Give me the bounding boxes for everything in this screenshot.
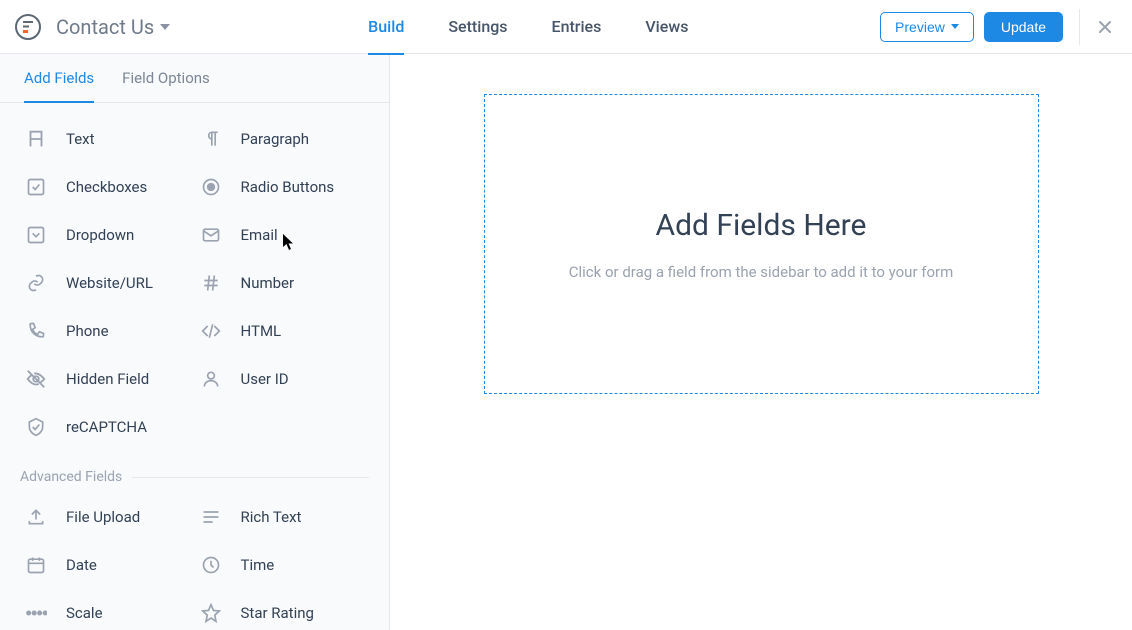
field-label: Radio Buttons [241,178,335,196]
field-item-captcha[interactable]: reCAPTCHA [20,403,195,451]
richtext-icon [199,505,223,529]
field-label: Checkboxes [66,178,147,196]
sidebar-tab-field-options[interactable]: Field Options [122,54,210,102]
field-label: Number [241,274,295,292]
field-item-richtext[interactable]: Rich Text [195,493,370,541]
field-label: Time [241,556,275,574]
sidebar: Add Fields Field Options Text Paragraph Ch… [0,54,390,630]
field-item-html[interactable]: HTML [195,307,370,355]
fields-list: Text Paragraph Checkboxes Radio Buttons Drop… [0,103,389,630]
field-label: Hidden Field [66,370,149,388]
radio-icon [199,175,223,199]
scale-icon [24,601,48,625]
field-label: HTML [241,322,282,340]
preview-button[interactable]: Preview [880,12,974,42]
dropzone[interactable]: Add Fields Here Click or drag a field fr… [484,94,1039,394]
dropdown-icon [24,223,48,247]
date-icon [24,553,48,577]
field-item-hash[interactable]: Number [195,259,370,307]
field-label: File Upload [66,508,140,526]
main-tabs: Build Settings Entries Views [368,0,688,54]
field-item-checkbox[interactable]: Checkboxes [20,163,195,211]
form-title-selector[interactable]: Contact Us [56,15,170,39]
field-label: Paragraph [241,130,310,148]
field-label: reCAPTCHA [66,418,147,436]
checkbox-icon [24,175,48,199]
field-item-text[interactable]: Text [20,115,195,163]
star-icon [199,601,223,625]
field-label: Scale [66,604,103,622]
field-label: Phone [66,322,109,340]
dropzone-heading: Add Fields Here [656,208,867,243]
canvas: Add Fields Here Click or drag a field fr… [390,54,1132,630]
field-item-link[interactable]: Website/URL [20,259,195,307]
advanced-section-header: Advanced Fields [20,469,369,485]
divider [1079,9,1080,45]
tab-settings[interactable]: Settings [448,0,507,54]
field-label: Email [241,226,278,244]
field-item-hidden[interactable]: Hidden Field [20,355,195,403]
tab-views[interactable]: Views [645,0,688,54]
field-item-date[interactable]: Date [20,541,195,589]
caret-down-icon [160,24,170,30]
link-icon [24,271,48,295]
caret-down-icon [951,24,959,29]
field-item-email[interactable]: Email [195,211,370,259]
field-item-radio[interactable]: Radio Buttons [195,163,370,211]
body: Add Fields Field Options Text Paragraph Ch… [0,54,1132,630]
header: Contact Us Build Settings Entries Views … [0,0,1132,54]
update-button[interactable]: Update [984,12,1063,42]
field-item-star[interactable]: Star Rating [195,589,370,630]
sidebar-tab-add-fields[interactable]: Add Fields [24,54,94,102]
field-label: Rich Text [241,508,302,526]
captcha-icon [24,415,48,439]
field-item-user[interactable]: User ID [195,355,370,403]
user-icon [199,367,223,391]
field-item-paragraph[interactable]: Paragraph [195,115,370,163]
paragraph-icon [199,127,223,151]
dropzone-subtext: Click or drag a field from the sidebar t… [569,263,954,281]
sidebar-tabs: Add Fields Field Options [0,54,389,103]
field-item-time[interactable]: Time [195,541,370,589]
email-icon [199,223,223,247]
hash-icon [199,271,223,295]
field-item-dropdown[interactable]: Dropdown [20,211,195,259]
time-icon [199,553,223,577]
tab-build[interactable]: Build [368,0,404,54]
field-item-upload[interactable]: File Upload [20,493,195,541]
html-icon [199,319,223,343]
field-item-scale[interactable]: Scale [20,589,195,630]
field-label: Star Rating [241,604,314,622]
field-label: Date [66,556,97,574]
phone-icon [24,319,48,343]
hidden-icon [24,367,48,391]
tab-entries[interactable]: Entries [552,0,602,54]
form-title: Contact Us [56,15,154,39]
text-icon [24,127,48,151]
field-label: Dropdown [66,226,134,244]
field-item-phone[interactable]: Phone [20,307,195,355]
field-label: Text [66,130,95,148]
upload-icon [24,505,48,529]
field-label: User ID [241,370,289,388]
close-button[interactable] [1096,18,1114,36]
field-label: Website/URL [66,274,153,292]
app-logo-icon[interactable] [14,13,42,41]
